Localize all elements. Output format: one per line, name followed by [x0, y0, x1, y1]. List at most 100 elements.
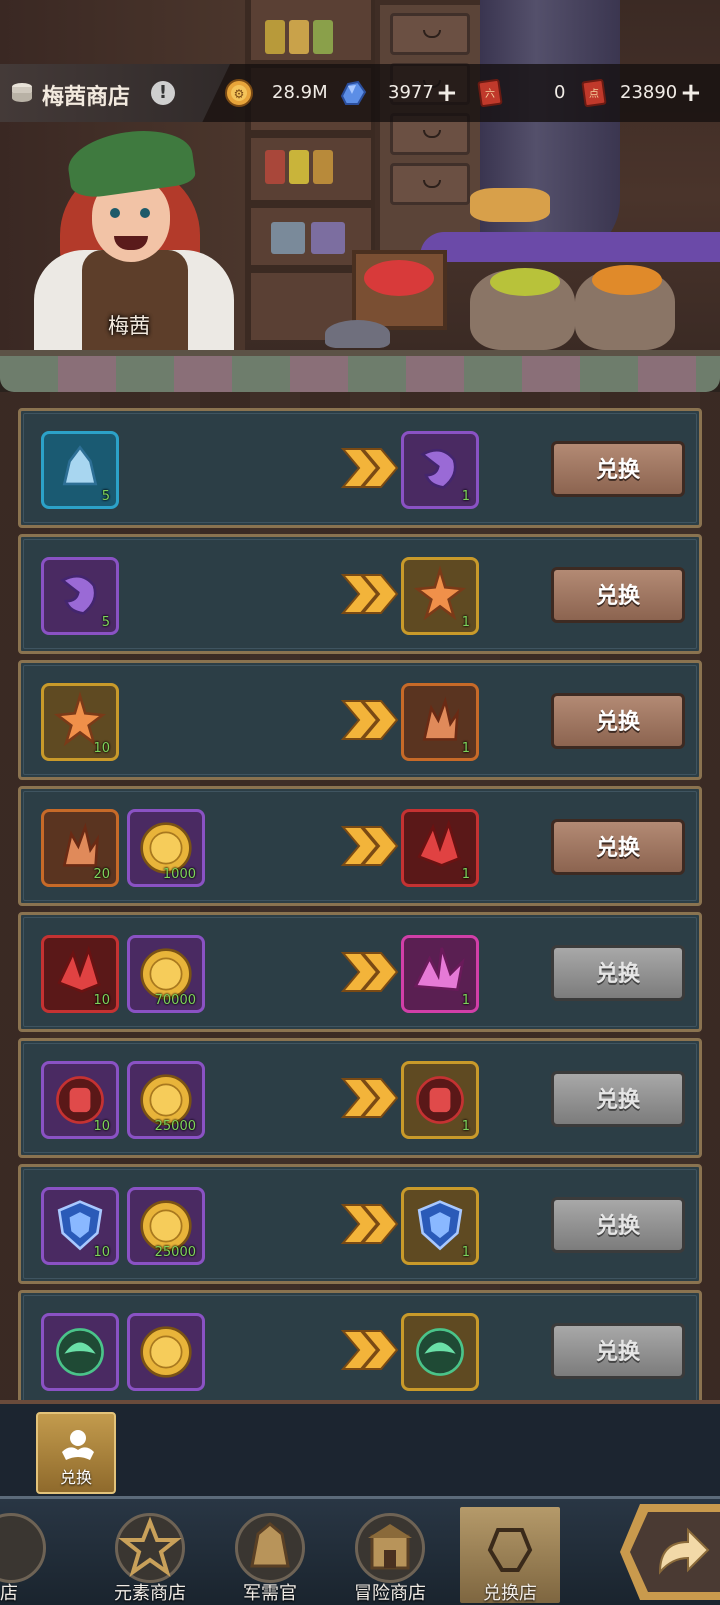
output-item-slot[interactable]: 1: [401, 683, 479, 761]
input-item-slot[interactable]: 25000: [127, 1187, 205, 1265]
output-item-slot[interactable]: 1: [401, 935, 479, 1013]
info-icon[interactable]: !: [151, 81, 175, 105]
sub-tab-exchange[interactable]: 兑换: [36, 1412, 116, 1494]
svg-text:六: 六: [485, 88, 495, 100]
input-item-slot[interactable]: [127, 1313, 205, 1391]
output-item-slot[interactable]: 1: [401, 809, 479, 887]
nav-quartermaster[interactable]: 军需官: [220, 1507, 320, 1604]
item-quantity: 25000: [154, 1245, 196, 1260]
output-item-slot[interactable]: 1: [401, 1187, 479, 1265]
item-quantity: 10: [93, 741, 110, 756]
shop-title: 梅茜商店: [42, 85, 131, 110]
svg-text:点: 点: [589, 88, 599, 100]
green-leaf-emblem-icon: [47, 1319, 113, 1385]
ticket-1-value: 0: [554, 82, 566, 103]
shopkeeper-name: 梅茜: [108, 314, 150, 338]
double-chevron-right-icon: [340, 700, 399, 740]
item-quantity: 20: [93, 867, 110, 882]
input-item-slot[interactable]: 10: [41, 935, 119, 1013]
element-star-icon: [115, 1513, 185, 1583]
banner-drawers: [375, 0, 485, 260]
crystal-value: 3977: [388, 82, 434, 103]
exchange-button[interactable]: 兑换: [551, 441, 685, 497]
apple-crate: [352, 250, 447, 330]
bottom-nav: 商店 元素商店 军需官 冒险商店 兑换店: [0, 1496, 720, 1605]
nav-label: 商店: [0, 1583, 18, 1604]
input-item-slot[interactable]: 20: [41, 809, 119, 887]
double-chevron-right-icon: [340, 448, 399, 488]
item-quantity: 1: [461, 1245, 470, 1260]
nav-exchange-shop[interactable]: 兑换店: [460, 1507, 560, 1604]
exchange-row: 10 25000 1 兑换: [18, 1038, 702, 1158]
exchange-button[interactable]: 兑换: [551, 819, 685, 875]
item-quantity: 25000: [154, 1119, 196, 1134]
sleeping-cat: [325, 320, 390, 348]
double-chevron-right-icon: [340, 1078, 399, 1118]
exchange-button[interactable]: 兑换: [551, 693, 685, 749]
double-chevron-right-icon: [340, 574, 399, 614]
ticket-2-value: 23890: [620, 82, 678, 103]
double-chevron-right-icon: [340, 1330, 399, 1370]
shop-banner: 梅茜: [0, 0, 720, 356]
gold-coin-icon: ⚙: [225, 79, 253, 107]
shop-awning: [0, 350, 720, 392]
exchange-button[interactable]: 兑换: [551, 945, 685, 1001]
sub-tab-bar: 兑换: [0, 1400, 720, 1496]
item-quantity: 1: [461, 741, 470, 756]
output-item-slot[interactable]: 1: [401, 1061, 479, 1139]
item-quantity: 1: [461, 615, 470, 630]
input-item-slot[interactable]: 5: [41, 431, 119, 509]
exchange-button[interactable]: 兑换: [551, 1197, 685, 1253]
add-ticket-button[interactable]: +: [680, 78, 702, 108]
adventure-shop-icon: [355, 1513, 425, 1583]
nav-label: 兑换店: [483, 1583, 537, 1604]
exchange-row: 10 70000 1 兑换: [18, 912, 702, 1032]
input-item-slot[interactable]: 10: [41, 1061, 119, 1139]
item-quantity: 10: [93, 993, 110, 1008]
double-chevron-right-icon: [340, 1204, 399, 1244]
banner-table: [420, 232, 720, 262]
exchange-row: 兑换: [18, 1290, 702, 1400]
nav-element-shop[interactable]: 元素商店: [100, 1507, 200, 1604]
item-quantity: 5: [101, 615, 110, 630]
double-chevron-right-icon: [340, 952, 399, 992]
item-quantity: 1: [461, 993, 470, 1008]
nav-label: 军需官: [243, 1583, 297, 1604]
output-item-slot[interactable]: [401, 1313, 479, 1391]
nav-shop[interactable]: 商店: [0, 1507, 106, 1604]
item-quantity: 70000: [154, 993, 196, 1008]
red-ticket-icon: 点: [581, 78, 607, 108]
item-quantity: 1: [461, 489, 470, 504]
input-item-slot[interactable]: 1000: [127, 809, 205, 887]
add-crystal-button[interactable]: +: [436, 78, 458, 108]
exchange-hands-icon: [62, 1430, 94, 1460]
output-item-slot[interactable]: 1: [401, 557, 479, 635]
nav-label: 冒险商店: [354, 1583, 426, 1604]
item-quantity: 1: [461, 1119, 470, 1134]
exchange-row: 20 1000 1 兑换: [18, 786, 702, 906]
exchange-shop-icon: [475, 1513, 545, 1583]
svg-text:⚙: ⚙: [234, 87, 245, 101]
input-item-slot[interactable]: 10: [41, 683, 119, 761]
input-item-slot[interactable]: 5: [41, 557, 119, 635]
exchange-button[interactable]: 兑换: [551, 1071, 685, 1127]
double-chevron-right-icon: [340, 826, 399, 866]
exchange-row: 5 1 兑换: [18, 408, 702, 528]
item-quantity: 1: [461, 867, 470, 882]
input-item-slot[interactable]: 70000: [127, 935, 205, 1013]
green-leaf-emblem-icon: [407, 1319, 473, 1385]
exchange-button[interactable]: 兑换: [551, 1323, 685, 1379]
exchange-row: 10 25000 1 兑换: [18, 1164, 702, 1284]
exchange-button[interactable]: 兑换: [551, 567, 685, 623]
input-item-slot[interactable]: [41, 1313, 119, 1391]
exchange-list[interactable]: 5 1 兑换 5 1 兑换 10 1 兑换 20 1000 1 兑换 10 70000 1 兑换 10 25000 1…: [0, 392, 720, 1400]
nav-adventure-shop[interactable]: 冒险商店: [340, 1507, 440, 1604]
input-item-slot[interactable]: 25000: [127, 1061, 205, 1139]
gold-medal-coin-icon: [133, 1319, 199, 1385]
item-quantity: 10: [93, 1245, 110, 1260]
red-ticket-icon: 六: [477, 78, 503, 108]
item-quantity: 1000: [162, 867, 196, 882]
quartermaster-icon: [235, 1513, 305, 1583]
input-item-slot[interactable]: 10: [41, 1187, 119, 1265]
output-item-slot[interactable]: 1: [401, 431, 479, 509]
